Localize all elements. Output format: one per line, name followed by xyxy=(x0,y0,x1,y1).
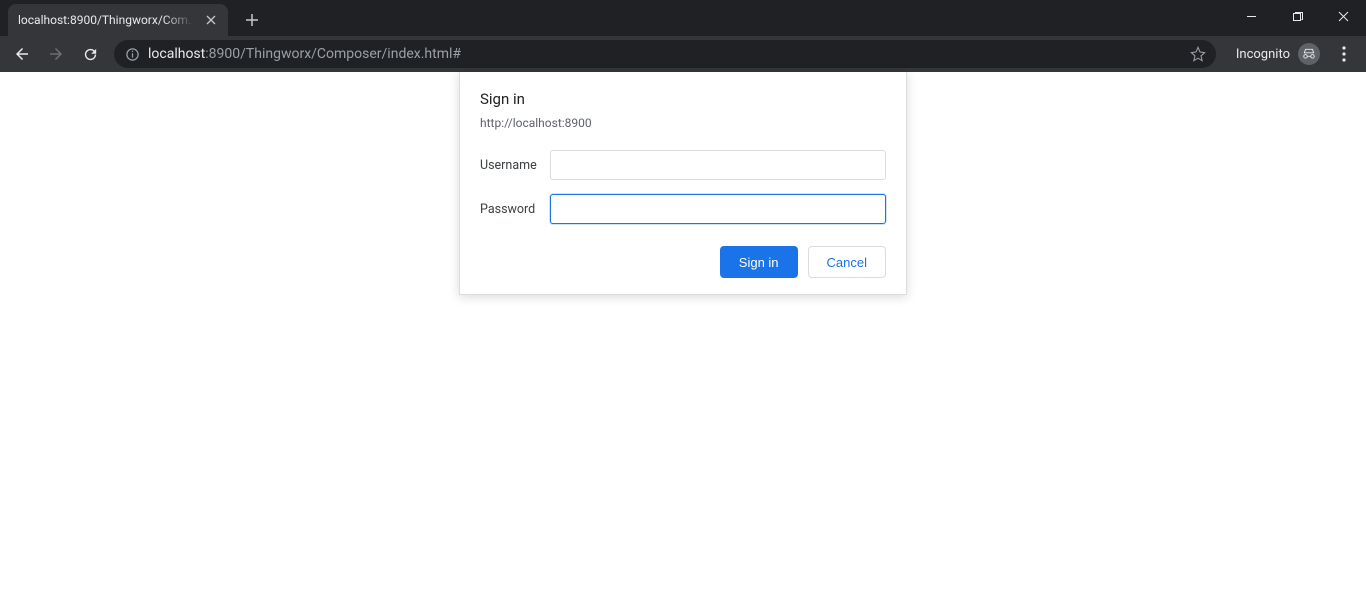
incognito-icon xyxy=(1298,43,1320,65)
password-label: Password xyxy=(480,202,550,217)
window-minimize-button[interactable] xyxy=(1228,0,1274,32)
cancel-button[interactable]: Cancel xyxy=(808,246,886,278)
url-text: localhost:8900/Thingworx/Composer/index.… xyxy=(148,46,1182,62)
nav-back-button[interactable] xyxy=(8,40,36,68)
tab-close-icon[interactable] xyxy=(204,13,218,27)
username-input[interactable] xyxy=(550,150,886,180)
browser-toolbar: localhost:8900/Thingworx/Composer/index.… xyxy=(0,36,1366,72)
bookmark-star-icon[interactable] xyxy=(1190,46,1206,62)
dialog-title: Sign in xyxy=(480,90,886,108)
incognito-indicator: Incognito xyxy=(1236,43,1320,65)
tab-title: localhost:8900/Thingworx/Composer/ xyxy=(18,13,198,27)
url-path: :8900/Thingworx/Composer/index.html# xyxy=(205,46,461,62)
incognito-label: Incognito xyxy=(1236,47,1290,62)
nav-reload-button[interactable] xyxy=(76,40,104,68)
tab-strip: localhost:8900/Thingworx/Composer/ xyxy=(0,0,1366,36)
browser-menu-button[interactable] xyxy=(1330,40,1358,68)
url-host: localhost xyxy=(148,46,205,62)
http-auth-dialog: Sign in http://localhost:8900 Username P… xyxy=(459,72,907,295)
window-close-button[interactable] xyxy=(1320,0,1366,32)
new-tab-button[interactable] xyxy=(238,6,266,34)
signin-button[interactable]: Sign in xyxy=(720,246,798,278)
password-input[interactable] xyxy=(550,194,886,224)
dialog-origin: http://localhost:8900 xyxy=(480,116,886,130)
address-bar[interactable]: localhost:8900/Thingworx/Composer/index.… xyxy=(114,40,1216,68)
nav-forward-button[interactable] xyxy=(42,40,70,68)
window-maximize-button[interactable] xyxy=(1274,0,1320,32)
username-label: Username xyxy=(480,158,550,173)
window-controls xyxy=(1228,0,1366,32)
site-info-icon[interactable] xyxy=(124,46,140,62)
browser-tab[interactable]: localhost:8900/Thingworx/Composer/ xyxy=(8,4,228,36)
page-content: Sign in http://localhost:8900 Username P… xyxy=(0,72,1366,608)
